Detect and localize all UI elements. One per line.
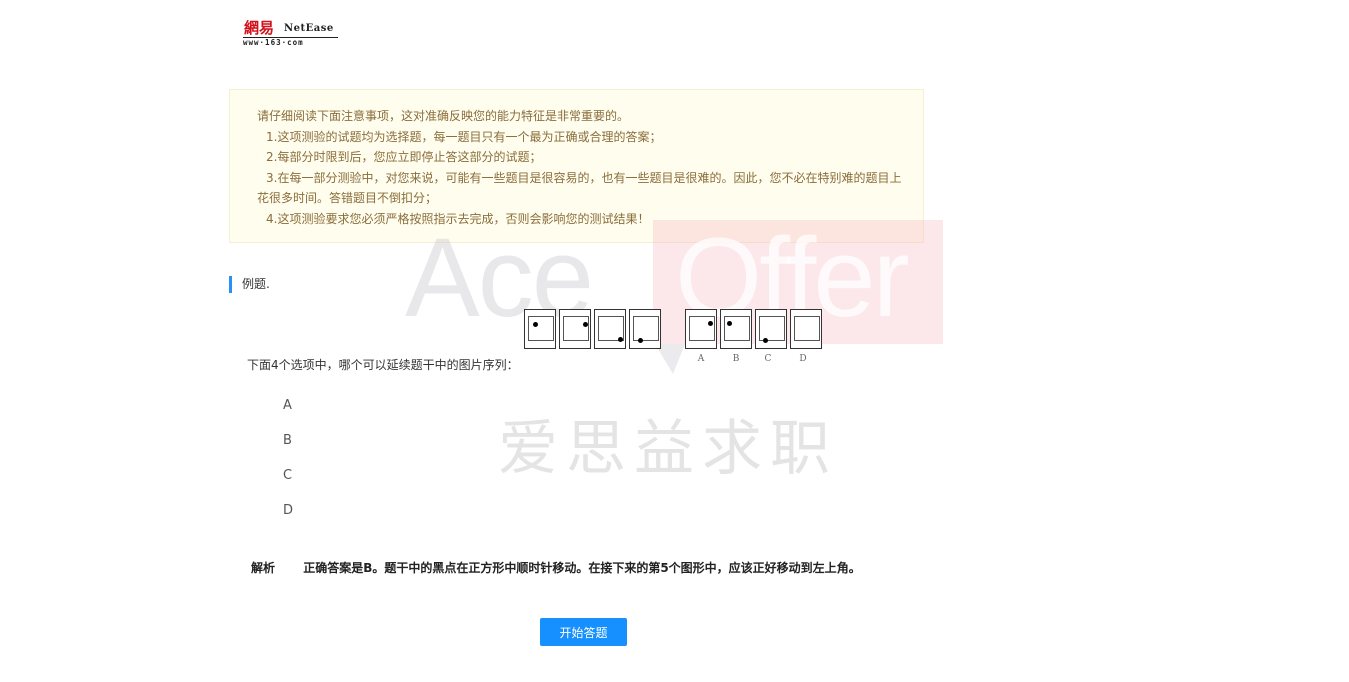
stem-dot bbox=[583, 322, 588, 327]
stem-cell-3 bbox=[594, 309, 626, 349]
analysis-text: 正确答案是B。题干中的黑点在正方形中顺时针移动。在接下来的第5个图形中，应该正好… bbox=[303, 561, 861, 575]
example-title: 例题. bbox=[229, 276, 270, 293]
option-a[interactable]: A bbox=[283, 397, 293, 432]
netease-logo: 網易 NetEase www·163·com bbox=[243, 17, 343, 51]
figure-label-c: C bbox=[764, 354, 772, 364]
logo-url: www·163·com bbox=[243, 38, 304, 47]
figure-label-d: D bbox=[799, 354, 807, 364]
notice-item-1: 1.这项测验的试题均为选择题，每一题目只有一个最为正确或合理的答案； bbox=[266, 129, 662, 144]
stem-dot bbox=[638, 338, 643, 343]
stem-cell-4 bbox=[629, 309, 661, 349]
option-dot bbox=[708, 321, 713, 326]
analysis: 解析 正确答案是B。题干中的黑点在正方形中顺时针移动。在接下来的第5个图形中，应… bbox=[251, 559, 861, 576]
watermark-cn: 爱思益求职 bbox=[498, 414, 838, 484]
option-dot bbox=[727, 321, 732, 326]
question-text: 下面4个选项中，哪个可以延续题干中的图片序列： bbox=[247, 358, 519, 372]
figure-label-b: B bbox=[732, 354, 740, 364]
option-cell-a bbox=[685, 309, 717, 349]
option-c[interactable]: C bbox=[283, 467, 293, 502]
notice-item-3-continued: 花很多时间。答错题目不倒扣分； bbox=[257, 191, 438, 205]
question-stem-figure bbox=[524, 309, 664, 353]
option-cell-b bbox=[720, 309, 752, 349]
notice-intro: 请仔细阅读下面注意事项，这对准确反映您的能力特征是非常重要的。 bbox=[257, 109, 630, 123]
answer-options: A B C D bbox=[283, 397, 293, 537]
notice-item-3: 3.在每一部分测验中，对您来说，可能有一些题目是很容易的，也有一些题目是很难的。… bbox=[266, 170, 902, 185]
stem-dot bbox=[533, 322, 538, 327]
option-dot bbox=[763, 338, 768, 343]
start-answering-button[interactable]: 开始答题 bbox=[540, 618, 627, 646]
option-cell-d bbox=[790, 309, 822, 349]
figure-label-a: A bbox=[697, 354, 705, 364]
notice-item-2: 2.每部分时限到后，您应立即停止答这部分的试题； bbox=[266, 150, 542, 164]
stem-cell-1 bbox=[524, 309, 556, 349]
option-cell-c bbox=[755, 309, 787, 349]
instructions-notice: 请仔细阅读下面注意事项，这对准确反映您的能力特征是非常重要的。 1.这项测验的试… bbox=[229, 89, 924, 243]
logo-cn: 網易 bbox=[244, 19, 275, 37]
option-d[interactable]: D bbox=[283, 502, 293, 537]
notice-item-4: 4.这项测验要求您必须严格按照指示去完成，否则会影响您的测试结果！ bbox=[266, 211, 650, 226]
stem-dot bbox=[618, 337, 623, 342]
answer-options-figure: A B C D bbox=[685, 309, 825, 369]
option-b[interactable]: B bbox=[283, 432, 293, 467]
analysis-label: 解析 bbox=[251, 561, 276, 575]
stem-cell-2 bbox=[559, 309, 591, 349]
logo-en: NetEase bbox=[284, 23, 334, 34]
